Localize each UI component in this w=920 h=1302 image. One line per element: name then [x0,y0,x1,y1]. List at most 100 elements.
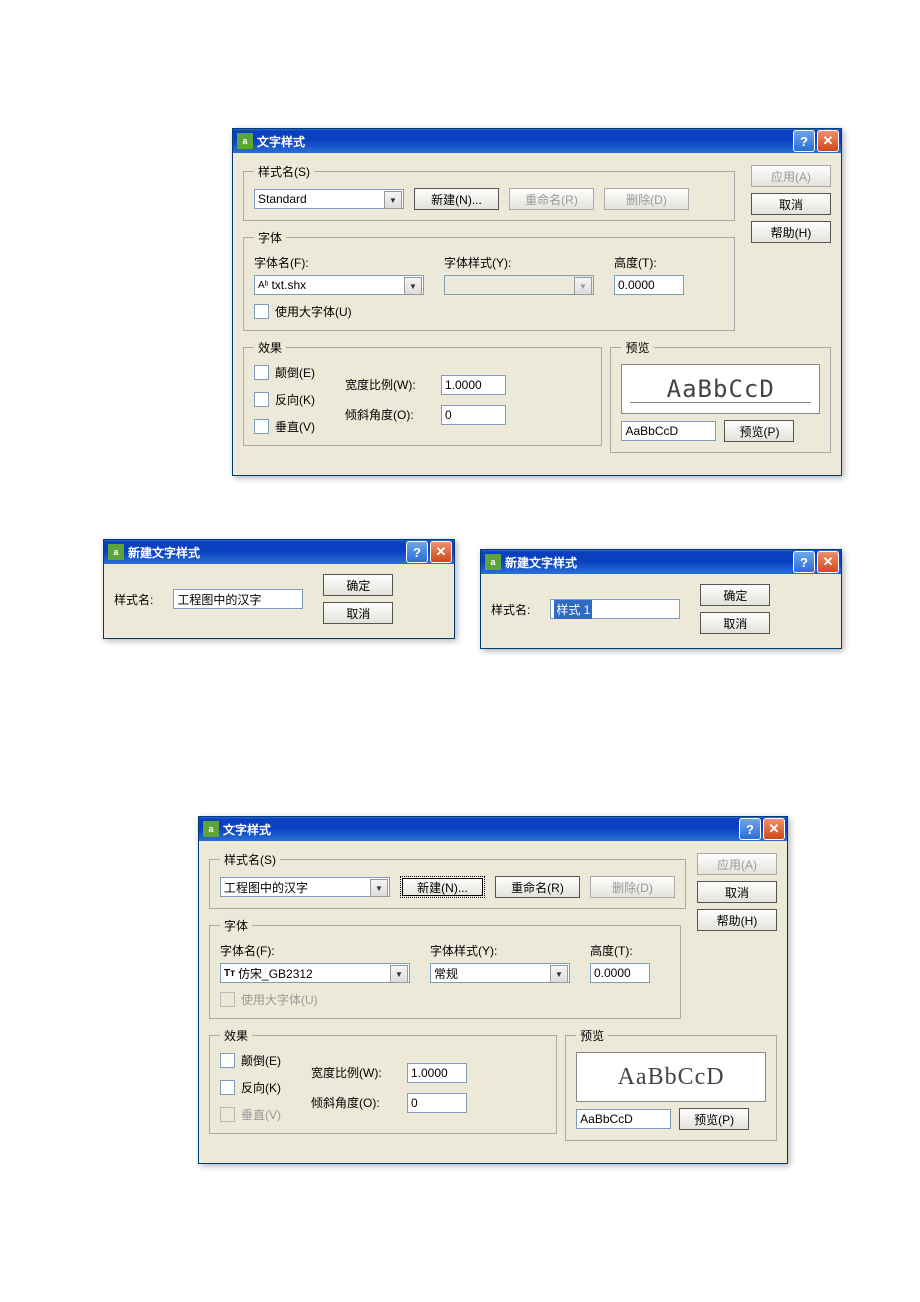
font-height-value: 0.0000 [594,966,631,980]
close-icon[interactable]: ✕ [763,818,785,840]
ok-button[interactable]: 确定 [700,584,770,606]
selected-text: 样式 1 [554,600,592,619]
style-name-group: 样式名(S) 工程图中的汉字 ▼ 新建(N)... 重命名(R) 删除(D) [209,851,686,909]
close-icon[interactable]: ✕ [817,551,839,573]
new-style-dialog-2: a 新建文字样式 ? ✕ 样式名: 样式 1 确定 取消 [480,549,842,649]
help-icon[interactable]: ? [793,130,815,152]
titlebar[interactable]: a 新建文字样式 ? ✕ [481,550,841,574]
upside-checkbox[interactable] [254,365,269,380]
chevron-down-icon[interactable]: ▼ [550,965,568,983]
width-label: 宽度比例(W): [311,1064,401,1081]
font-style-label: 字体样式(Y): [430,942,570,959]
font-group: 字体 字体名(F): Tᴛ 仿宋_GB2312 ▼ 字体样式(Y): 常规 ▼ [209,917,681,1019]
preview-legend: 预览 [621,339,653,356]
font-name-label: 字体名(F): [220,942,410,959]
upside-checkbox[interactable] [220,1053,235,1068]
big-font-label: 使用大字体(U) [275,303,352,320]
preview-input[interactable]: AaBbCcD [621,421,716,441]
cancel-button[interactable]: 取消 [751,193,831,215]
font-legend: 字体 [220,917,252,934]
apply-button[interactable]: 应用(A) [751,165,831,187]
font-style-combo[interactable]: 常规 ▼ [430,963,570,983]
ok-button[interactable]: 确定 [323,574,393,596]
style-name-label: 样式名: [491,601,530,618]
font-style-value: 常规 [434,965,458,982]
window-title: 文字样式 [257,133,791,150]
style-name-input[interactable]: 样式 1 [550,599,680,619]
font-name-combo[interactable]: Aᵇ txt.shx ▼ [254,275,424,295]
help-button[interactable]: 帮助(H) [751,221,831,243]
chevron-down-icon[interactable]: ▼ [404,277,422,295]
delete-button[interactable]: 删除(D) [604,188,689,210]
chevron-down-icon[interactable]: ▼ [384,191,402,209]
preview-group: 预览 AaBbCcD AaBbCcD 预览(P) [610,339,831,453]
titlebar[interactable]: a 文字样式 ? ✕ [233,129,841,153]
width-input[interactable]: 1.0000 [441,375,506,395]
backward-checkbox[interactable] [254,392,269,407]
help-icon[interactable]: ? [793,551,815,573]
chevron-down-icon[interactable]: ▼ [390,965,408,983]
backward-checkbox[interactable] [220,1080,235,1095]
oblique-input[interactable]: 0 [441,405,506,425]
big-font-checkbox[interactable] [254,304,269,319]
width-input[interactable]: 1.0000 [407,1063,467,1083]
font-height-input[interactable]: 0.0000 [614,275,684,295]
new-style-dialog-1: a 新建文字样式 ? ✕ 样式名: 工程图中的汉字 确定 取消 [103,539,455,639]
app-icon: a [237,133,253,149]
style-name-combo[interactable]: Standard ▼ [254,189,404,209]
font-height-label: 高度(T): [590,942,660,959]
chevron-down-icon[interactable]: ▼ [370,879,388,897]
style-name-input[interactable]: 工程图中的汉字 [173,589,303,609]
font-name-value: txt.shx [271,278,306,292]
vertical-label: 垂直(V) [275,418,315,435]
window-title: 文字样式 [223,821,737,838]
app-icon: a [203,821,219,837]
vertical-checkbox[interactable] [254,419,269,434]
help-icon[interactable]: ? [406,541,428,563]
cancel-button[interactable]: 取消 [700,612,770,634]
font-group: 字体 字体名(F): Aᵇ txt.shx ▼ 字体样式(Y): ▼ [243,229,735,331]
cancel-button[interactable]: 取消 [697,881,777,903]
backward-label: 反向(K) [275,391,315,408]
preview-canvas: AaBbCcD [621,364,820,414]
new-button[interactable]: 新建(N)... [400,876,485,898]
effects-legend: 效果 [220,1027,252,1044]
text-style-dialog-2: a 文字样式 ? ✕ 应用(A) 取消 帮助(H) 样式名(S) 工程图中的汉字… [198,816,788,1164]
window-title: 新建文字样式 [505,554,791,571]
titlebar[interactable]: a 新建文字样式 ? ✕ [104,540,454,564]
upside-label: 颠倒(E) [241,1052,281,1069]
new-button[interactable]: 新建(N)... [414,188,499,210]
oblique-label: 倾斜角度(O): [311,1094,401,1111]
truetype-icon: Tᴛ [224,968,235,979]
effects-legend: 效果 [254,339,286,356]
close-icon[interactable]: ✕ [430,541,452,563]
font-style-combo: ▼ [444,275,594,295]
text-style-dialog-1: a 文字样式 ? ✕ 应用(A) 取消 帮助(H) 样式名(S) Standar… [232,128,842,476]
rename-button[interactable]: 重命名(R) [495,876,580,898]
font-name-value: 仿宋_GB2312 [238,965,313,982]
big-font-checkbox [220,992,235,1007]
preview-button[interactable]: 预览(P) [679,1108,749,1130]
preview-sample: AaBbCcD [667,375,775,403]
apply-button[interactable]: 应用(A) [697,853,777,875]
effects-group: 效果 颠倒(E) 反向(K) 垂直(V) 宽度比例(W): 1.0000 倾斜角… [209,1027,557,1134]
font-height-input[interactable]: 0.0000 [590,963,650,983]
preview-canvas: AaBbCcD [576,1052,766,1102]
preview-button[interactable]: 预览(P) [724,420,794,442]
close-icon[interactable]: ✕ [817,130,839,152]
font-name-combo[interactable]: Tᴛ 仿宋_GB2312 ▼ [220,963,410,983]
style-name-combo[interactable]: 工程图中的汉字 ▼ [220,877,390,897]
font-style-label: 字体样式(Y): [444,254,594,271]
window-title: 新建文字样式 [128,544,404,561]
help-button[interactable]: 帮助(H) [697,909,777,931]
delete-button[interactable]: 删除(D) [590,876,675,898]
style-name-legend: 样式名(S) [254,163,314,180]
style-name-label: 样式名: [114,591,153,608]
cancel-button[interactable]: 取消 [323,602,393,624]
help-icon[interactable]: ? [739,818,761,840]
rename-button[interactable]: 重命名(R) [509,188,594,210]
titlebar[interactable]: a 文字样式 ? ✕ [199,817,787,841]
preview-input[interactable]: AaBbCcD [576,1109,671,1129]
oblique-input[interactable]: 0 [407,1093,467,1113]
preview-sample: AaBbCcD [618,1064,725,1091]
